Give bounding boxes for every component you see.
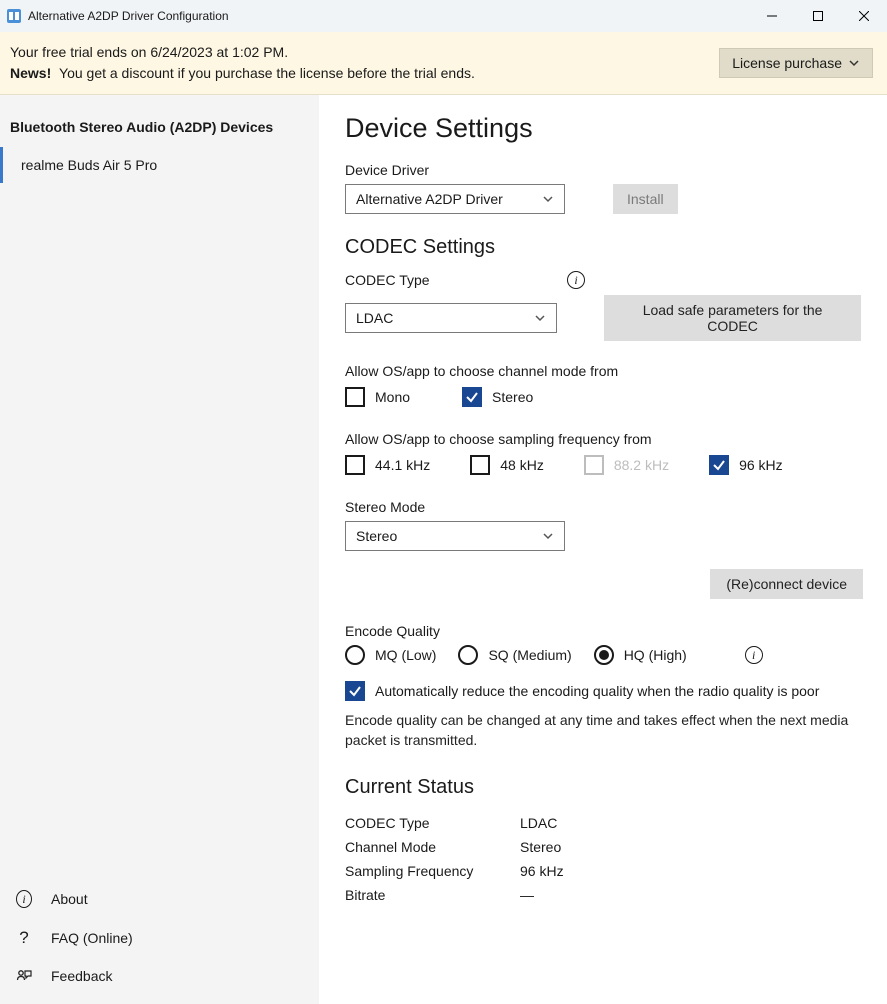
status-row-freq: Sampling Frequency 96 kHz (345, 859, 861, 883)
status-row-channel: Channel Mode Stereo (345, 835, 861, 859)
status-channel-label: Channel Mode (345, 839, 520, 855)
codec-settings-heading: CODEC Settings (345, 236, 861, 259)
sq-label: SQ (Medium) (488, 647, 571, 663)
feedback-icon (16, 968, 32, 984)
install-button[interactable]: Install (613, 184, 678, 214)
about-label: About (51, 891, 88, 907)
news-label: News! (10, 65, 51, 81)
device-driver-label: Device Driver (345, 162, 861, 178)
faq-button[interactable]: ? FAQ (Online) (0, 918, 319, 958)
device-driver-value: Alternative A2DP Driver (356, 191, 503, 207)
device-name: realme Buds Air 5 Pro (21, 157, 157, 173)
chevron-down-icon (542, 530, 554, 542)
mono-checkbox[interactable]: Mono (345, 387, 410, 407)
status-bitrate-label: Bitrate (345, 887, 520, 903)
sidebar-heading: Bluetooth Stereo Audio (A2DP) Devices (0, 113, 319, 147)
chevron-down-icon (848, 57, 860, 69)
freq-96-label: 96 kHz (739, 457, 783, 473)
status-freq-label: Sampling Frequency (345, 863, 520, 879)
sq-radio[interactable]: SQ (Medium) (458, 645, 571, 665)
codec-type-value: LDAC (356, 310, 393, 326)
stereo-checkbox[interactable]: Stereo (462, 387, 533, 407)
stereo-label: Stereo (492, 389, 533, 405)
status-row-bitrate: Bitrate — (345, 883, 861, 907)
content-panel: Device Settings Device Driver Alternativ… (319, 95, 887, 1004)
trial-notice-text: Your free trial ends on 6/24/2023 at 1:0… (10, 42, 475, 84)
close-button[interactable] (841, 0, 887, 32)
window-controls (749, 0, 887, 32)
window-title: Alternative A2DP Driver Configuration (28, 9, 749, 23)
info-icon: i (16, 890, 32, 908)
license-purchase-button[interactable]: License purchase (719, 48, 873, 78)
status-channel-value: Stereo (520, 839, 561, 855)
minimize-button[interactable] (749, 0, 795, 32)
reconnect-button[interactable]: (Re)connect device (710, 569, 863, 599)
freq-88-checkbox: 88.2 kHz (584, 455, 669, 475)
sidebar: Bluetooth Stereo Audio (A2DP) Devices re… (0, 95, 319, 1004)
page-title: Device Settings (345, 113, 861, 144)
auto-reduce-label: Automatically reduce the encoding qualit… (375, 683, 819, 699)
feedback-label: Feedback (51, 968, 112, 984)
auto-reduce-checkbox[interactable]: Automatically reduce the encoding qualit… (345, 681, 861, 701)
info-icon[interactable]: i (567, 271, 585, 289)
license-purchase-label: License purchase (732, 55, 842, 71)
freq-48-label: 48 kHz (500, 457, 544, 473)
stereo-mode-value: Stereo (356, 528, 397, 544)
codec-type-label: CODEC Type (345, 272, 430, 288)
freq-96-checkbox[interactable]: 96 kHz (709, 455, 783, 475)
trial-notice-bar: Your free trial ends on 6/24/2023 at 1:0… (0, 32, 887, 95)
status-codec-value: LDAC (520, 815, 557, 831)
trial-expiry-text: Your free trial ends on 6/24/2023 at 1:0… (10, 44, 288, 60)
status-table: CODEC Type LDAC Channel Mode Stereo Samp… (345, 811, 861, 907)
device-list-item[interactable]: realme Buds Air 5 Pro (0, 147, 319, 183)
question-icon: ? (16, 928, 32, 948)
discount-text: You get a discount if you purchase the l… (59, 65, 475, 81)
info-icon[interactable]: i (745, 646, 763, 664)
hq-label: HQ (High) (624, 647, 687, 663)
current-status-heading: Current Status (345, 776, 861, 799)
channel-mode-label: Allow OS/app to choose channel mode from (345, 363, 861, 379)
codec-type-select[interactable]: LDAC (345, 303, 557, 333)
freq-48-checkbox[interactable]: 48 kHz (470, 455, 544, 475)
load-safe-params-button[interactable]: Load safe parameters for the CODEC (604, 295, 861, 341)
chevron-down-icon (534, 312, 546, 324)
titlebar: Alternative A2DP Driver Configuration (0, 0, 887, 32)
status-bitrate-value: — (520, 887, 534, 903)
mq-radio[interactable]: MQ (Low) (345, 645, 436, 665)
status-freq-value: 96 kHz (520, 863, 564, 879)
encode-quality-label: Encode Quality (345, 623, 861, 639)
about-button[interactable]: i About (0, 880, 319, 918)
status-row-codec: CODEC Type LDAC (345, 811, 861, 835)
stereo-mode-select[interactable]: Stereo (345, 521, 565, 551)
app-icon (6, 8, 22, 24)
status-codec-label: CODEC Type (345, 815, 520, 831)
sidebar-footer: i About ? FAQ (Online) Feedback (0, 874, 319, 1004)
mq-label: MQ (Low) (375, 647, 436, 663)
freq-88-label: 88.2 kHz (614, 457, 669, 473)
chevron-down-icon (542, 193, 554, 205)
freq-44-label: 44.1 kHz (375, 457, 430, 473)
sampling-freq-label: Allow OS/app to choose sampling frequenc… (345, 431, 861, 447)
device-driver-select[interactable]: Alternative A2DP Driver (345, 184, 565, 214)
stereo-mode-label: Stereo Mode (345, 499, 861, 515)
feedback-button[interactable]: Feedback (0, 958, 319, 994)
encode-quality-note: Encode quality can be changed at any tim… (345, 711, 861, 750)
freq-44-checkbox[interactable]: 44.1 kHz (345, 455, 430, 475)
maximize-button[interactable] (795, 0, 841, 32)
faq-label: FAQ (Online) (51, 930, 133, 946)
hq-radio[interactable]: HQ (High) (594, 645, 687, 665)
mono-label: Mono (375, 389, 410, 405)
